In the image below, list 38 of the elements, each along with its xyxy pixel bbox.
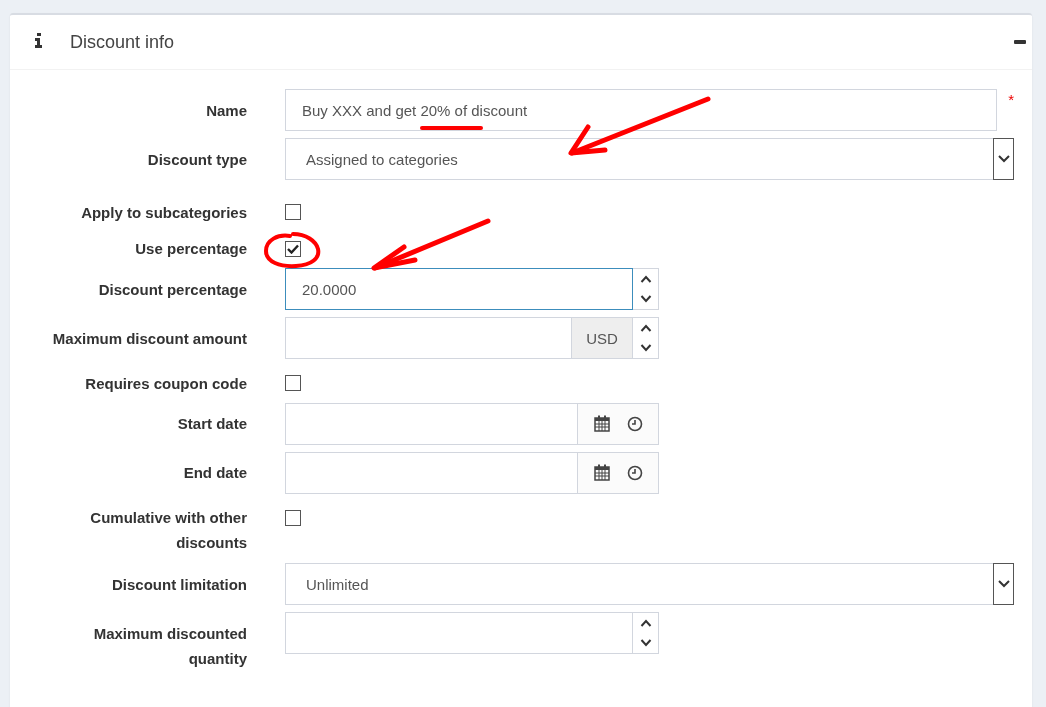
panel-title: Discount info (70, 31, 176, 53)
annotation-underline (420, 126, 483, 130)
field-label: Use percentage (134, 239, 247, 259)
spinner[interactable] (633, 612, 659, 654)
calendar-icon[interactable] (593, 415, 610, 432)
spinner[interactable] (633, 317, 659, 359)
required-mark: * (1007, 91, 1014, 108)
calendar-icon[interactable] (593, 464, 610, 481)
spinner[interactable] (633, 268, 659, 310)
field-label: Maximum discounted quantity (92, 623, 247, 669)
number-field[interactable] (285, 317, 572, 359)
checkbox[interactable] (285, 509, 301, 526)
checkbox[interactable] (285, 240, 301, 257)
field-label: Apply to subcategories (80, 202, 247, 223)
number-field[interactable]: 20.0000 (285, 268, 633, 310)
currency-addon: USD (572, 317, 633, 359)
field-label: Discount percentage (97, 279, 247, 300)
dropdown[interactable]: Unlimited (285, 563, 1014, 605)
field-label: End date (182, 463, 247, 483)
checkbox[interactable] (285, 375, 301, 391)
number-field[interactable] (285, 612, 633, 654)
date-field[interactable] (285, 451, 578, 494)
caret-icon (997, 580, 1010, 588)
field-label: Start date (176, 414, 247, 434)
clock-icon[interactable] (626, 415, 643, 432)
info-icon (35, 32, 43, 48)
field-label: Discount type (146, 149, 247, 170)
text-field[interactable]: Buy XXX and get 20% of discount (285, 89, 997, 131)
field-label: Name (205, 100, 247, 121)
field-label: Cumulative with other discounts (89, 508, 247, 553)
field-label: Requires coupon code (84, 373, 247, 394)
field-label: Maximum discount amount (51, 328, 247, 349)
checkbox[interactable] (285, 204, 301, 220)
date-field[interactable] (285, 402, 578, 445)
field-label: Discount limitation (111, 574, 247, 595)
caret-icon (997, 155, 1010, 163)
clock-icon[interactable] (626, 464, 643, 481)
dropdown[interactable]: Assigned to categories (285, 138, 1014, 180)
